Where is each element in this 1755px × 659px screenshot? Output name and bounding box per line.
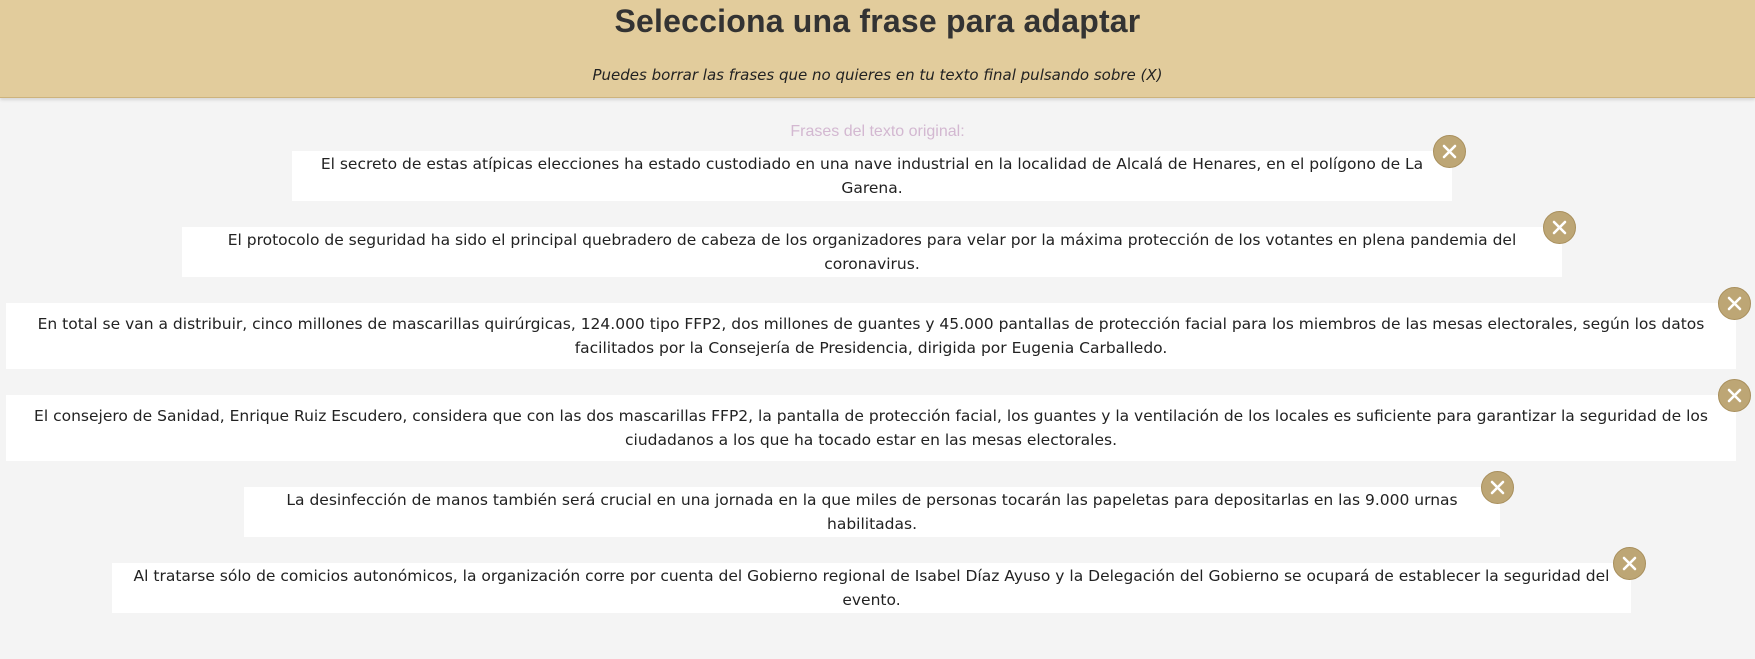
- sentence-text: En total se van a distribuir, cinco mill…: [37, 315, 1705, 357]
- remove-sentence-button[interactable]: [1433, 135, 1466, 168]
- remove-sentence-button[interactable]: [1718, 287, 1751, 320]
- sentence-text: El secreto de estas atípicas elecciones …: [320, 155, 1424, 197]
- page-title: Selecciona una frase para adaptar: [614, 3, 1141, 39]
- close-icon: [1490, 480, 1505, 495]
- close-icon: [1622, 556, 1637, 571]
- remove-sentence-button[interactable]: [1481, 471, 1514, 504]
- sentence-card[interactable]: En total se van a distribuir, cinco mill…: [6, 303, 1736, 369]
- close-icon: [1727, 388, 1742, 403]
- sentence-text: Al tratarse sólo de comicios autonómicos…: [133, 567, 1610, 609]
- close-icon: [1552, 220, 1567, 235]
- sentence-text: El consejero de Sanidad, Enrique Ruiz Es…: [34, 407, 1708, 449]
- page-subtitle: Puedes borrar las frases que no quieres …: [592, 66, 1163, 84]
- remove-sentence-button[interactable]: [1613, 547, 1646, 580]
- sentence-card[interactable]: El secreto de estas atípicas elecciones …: [292, 151, 1452, 201]
- close-icon: [1442, 144, 1457, 159]
- sentence-card[interactable]: Al tratarse sólo de comicios autonómicos…: [112, 563, 1631, 613]
- page-header: Selecciona una frase para adaptar Puedes…: [0, 0, 1755, 98]
- sentence-text: La desinfección de manos también será cr…: [286, 491, 1458, 533]
- remove-sentence-button[interactable]: [1718, 379, 1751, 412]
- section-label: Frases del texto original:: [790, 123, 965, 140]
- sentence-card[interactable]: El consejero de Sanidad, Enrique Ruiz Es…: [6, 395, 1736, 461]
- close-icon: [1727, 296, 1742, 311]
- sentence-card[interactable]: El protocolo de seguridad ha sido el pri…: [182, 227, 1562, 277]
- sentence-text: El protocolo de seguridad ha sido el pri…: [227, 231, 1517, 273]
- sentence-card[interactable]: La desinfección de manos también será cr…: [244, 487, 1500, 537]
- remove-sentence-button[interactable]: [1543, 211, 1576, 244]
